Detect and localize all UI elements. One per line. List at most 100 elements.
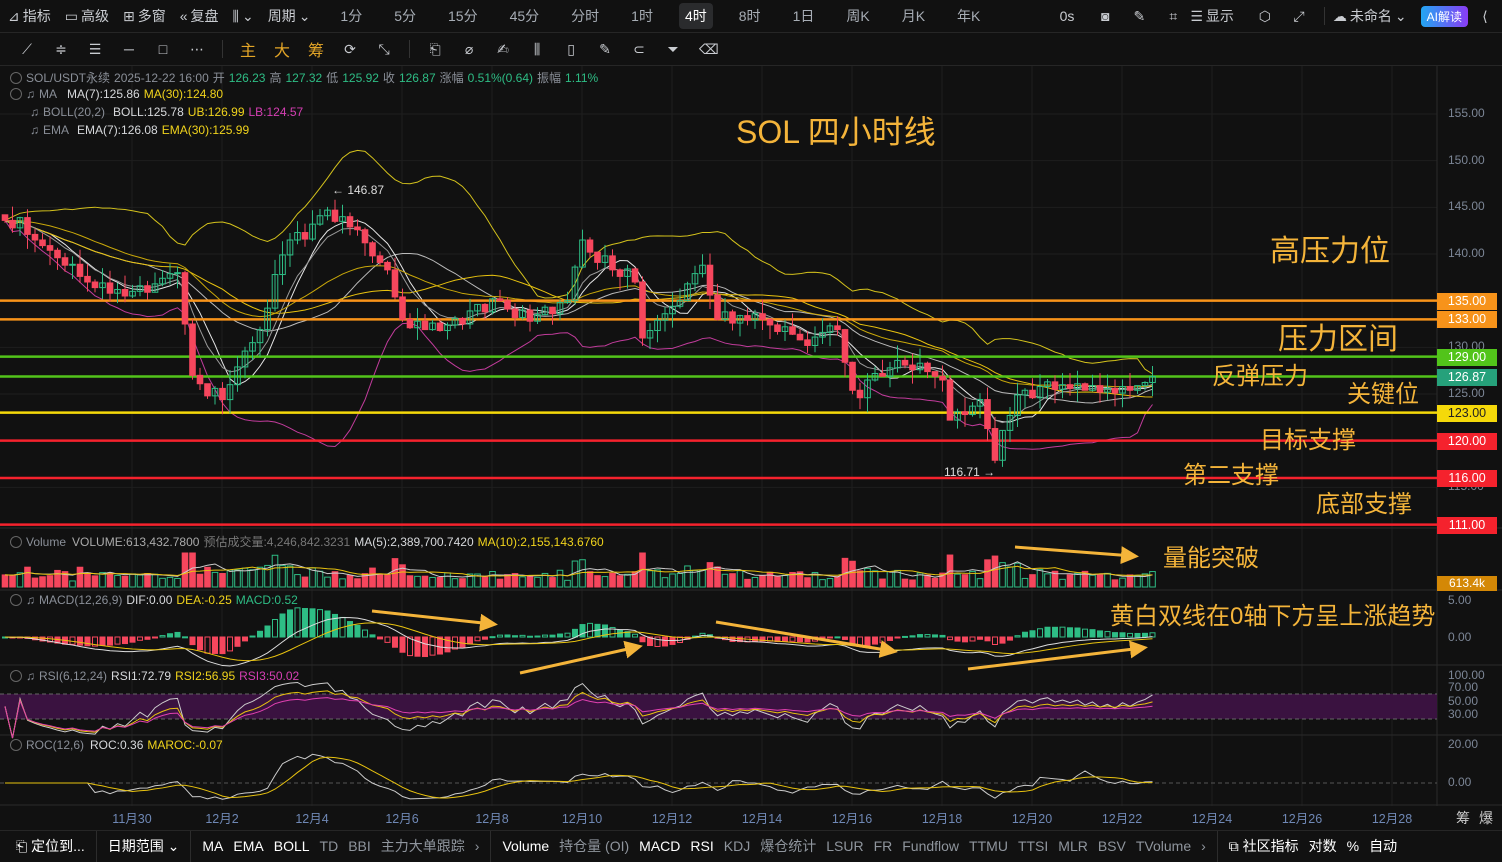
volume-bar: [99, 572, 106, 588]
parallel-lines-icon[interactable]: ≑: [53, 41, 69, 57]
date-range-button[interactable]: 日期范围 ⌄: [108, 836, 180, 856]
main-indicator-1[interactable]: EMA: [233, 838, 263, 854]
compare-icon[interactable]: ⫼: [529, 41, 545, 57]
sub-indicator-1[interactable]: 持仓量 (OI): [559, 836, 629, 856]
log-toggle[interactable]: 对数: [1309, 836, 1337, 856]
axis-corner-1[interactable]: 爆: [1479, 808, 1493, 828]
ema30: EMA(30):125.99: [161, 123, 250, 137]
main-indicator-2[interactable]: BOLL: [274, 838, 310, 854]
ai-button[interactable]: AI解读: [1420, 5, 1468, 27]
display-label: 显示: [1205, 8, 1234, 24]
brush-icon[interactable]: ✍: [495, 41, 511, 57]
horizontal-line-icon[interactable]: ─: [121, 41, 137, 57]
timeframe-7[interactable]: 8时: [733, 3, 767, 29]
timeframe-2[interactable]: 15分: [442, 3, 484, 29]
collapse-icon[interactable]: [10, 72, 22, 84]
ma30: MA(30):124.80: [143, 87, 224, 101]
timeframe-3[interactable]: 45分: [504, 3, 546, 29]
main-indicator-0[interactable]: MA: [202, 838, 223, 854]
sub-indicator-3[interactable]: RSI: [690, 838, 713, 854]
volume-bar: [106, 572, 114, 588]
locate-button[interactable]: ⎗ 定位到...: [16, 836, 85, 856]
measure-icon[interactable]: ⤡: [376, 41, 392, 57]
auto-toggle[interactable]: 自动: [1369, 836, 1397, 856]
sub-indicator-8[interactable]: Fundflow: [902, 838, 959, 854]
timeframe-4[interactable]: 分时: [565, 3, 605, 29]
volume-bar: [991, 555, 999, 588]
timeframe-9[interactable]: 周K: [840, 3, 875, 29]
bell-icon[interactable]: ♫: [26, 593, 35, 607]
sub-indicator-10[interactable]: TTSI: [1018, 838, 1048, 854]
sub-indicator-5[interactable]: 爆仓统计: [760, 836, 816, 856]
collapse-icon[interactable]: [10, 88, 22, 100]
community-button[interactable]: ⧉ 社区指标: [1229, 836, 1299, 856]
chevron-right-icon[interactable]: ›: [1201, 838, 1206, 854]
collapse-icon[interactable]: [10, 536, 22, 548]
fullscreen-icon[interactable]: ⤢: [1291, 8, 1307, 24]
more-icon[interactable]: ⋯: [189, 41, 205, 57]
timeframe-6[interactable]: 4时: [678, 3, 713, 29]
magnet-icon[interactable]: ⊂: [631, 41, 647, 57]
rectangle-icon[interactable]: □: [155, 41, 171, 57]
toolbar-chart-line[interactable]: ⊿ 指标: [8, 6, 51, 26]
layout-button[interactable]: ☁ 未命名 ⌄: [1333, 6, 1407, 26]
filter-icon[interactable]: ⏷: [665, 41, 681, 57]
chart-type-button[interactable]: ⫼ ⌄: [233, 8, 254, 25]
main-indicator-4[interactable]: BBI: [348, 838, 371, 854]
annotation-pressure-zone: 压力区间: [1278, 323, 1398, 356]
camera-icon[interactable]: ◙: [1097, 8, 1113, 24]
bell-icon[interactable]: ♫: [26, 87, 35, 101]
toolbar-grid[interactable]: ⊞ 多窗: [123, 6, 166, 26]
main-indicator-3[interactable]: TD: [320, 838, 339, 854]
sub-indicator-12[interactable]: BSV: [1098, 838, 1126, 854]
collapse-icon[interactable]: [10, 670, 22, 682]
timeframe-1[interactable]: 5分: [388, 3, 422, 29]
collapse-icon[interactable]: [10, 594, 22, 606]
bell-icon[interactable]: ♫: [30, 123, 39, 137]
sub-indicator-11[interactable]: MLR: [1058, 838, 1088, 854]
collapse-icon[interactable]: [10, 739, 22, 751]
axis-corner-0[interactable]: 筹: [1456, 808, 1470, 828]
clipboard-icon[interactable]: ▯: [563, 41, 579, 57]
timeframe-5[interactable]: 1时: [625, 3, 659, 29]
share-icon[interactable]: ⟨: [1477, 8, 1493, 24]
chevron-right-icon[interactable]: ›: [475, 838, 480, 854]
timeframe-8[interactable]: 1日: [787, 3, 821, 29]
sub-indicator-0[interactable]: Volume: [502, 838, 549, 854]
trash-icon[interactable]: ⌫: [699, 41, 719, 57]
tool-2[interactable]: 筹: [308, 37, 324, 61]
sub-indicator-6[interactable]: LSUR: [826, 838, 863, 854]
bell-icon[interactable]: ♫: [26, 669, 35, 683]
main-indicator-5[interactable]: 主力大单跟踪: [381, 836, 465, 856]
tool-0[interactable]: 主: [240, 37, 256, 61]
pencil-icon[interactable]: ✎: [1131, 8, 1147, 24]
timeframe-11[interactable]: 年K: [951, 3, 986, 29]
period-button[interactable]: 周期 ⌄: [268, 6, 311, 26]
timeframe-10[interactable]: 月K: [896, 3, 931, 29]
candle-body: [219, 387, 226, 401]
ruler-icon[interactable]: ⌀: [461, 41, 477, 57]
bottom-bar: ⎗ 定位到... 日期范围 ⌄ MA EMA BOLL TD BBI 主力大单跟踪 › Volum…: [0, 830, 1502, 862]
gear-icon[interactable]: ⬡: [1257, 8, 1273, 24]
toolbar-rewind[interactable]: «复盘: [180, 6, 219, 26]
add-frame-icon[interactable]: ⌗: [1165, 8, 1181, 24]
bookmark-icon[interactable]: ⎗: [427, 41, 443, 57]
macd-histogram-bar: [362, 629, 368, 638]
sub-indicator-9[interactable]: TTMU: [969, 838, 1008, 854]
note-icon[interactable]: ✎: [597, 41, 613, 57]
sub-indicator-7[interactable]: FR: [874, 838, 893, 854]
percent-toggle[interactable]: %: [1347, 838, 1359, 854]
display-button[interactable]: ☰ 显示: [1190, 6, 1234, 26]
candle-body: [991, 428, 999, 461]
tool-1[interactable]: 大: [274, 37, 290, 61]
sub-indicator-2[interactable]: MACD: [639, 838, 680, 854]
sub-indicator-13[interactable]: TVolume: [1136, 838, 1191, 854]
bell-icon[interactable]: ♫: [30, 105, 39, 119]
volume-bar: [744, 578, 751, 588]
line-icon[interactable]: ⟋: [19, 41, 35, 57]
fib-icon[interactable]: ☰: [87, 41, 103, 57]
timeframe-0[interactable]: 1分: [334, 3, 368, 29]
toolbar-window[interactable]: ▭ 高级: [65, 6, 109, 26]
sync-icon[interactable]: ⟳: [342, 41, 358, 57]
sub-indicator-4[interactable]: KDJ: [724, 838, 750, 854]
